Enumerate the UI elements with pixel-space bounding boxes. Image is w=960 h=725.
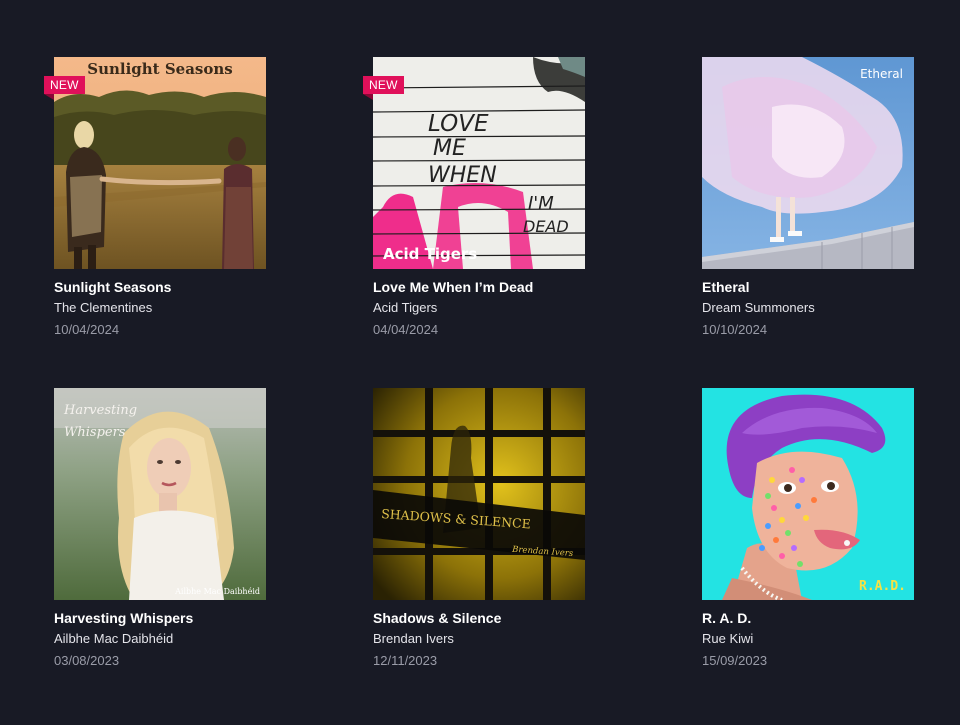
album-cover-love-me-when-im-dead[interactable]: LOVE ME WHEN I'M DEAD Acid Tigers NEW [363, 57, 585, 269]
cover-band-text: Acid Tigers [383, 245, 477, 263]
release-date: 15/09/2023 [702, 653, 768, 668]
album-card[interactable]: LOVE ME WHEN I'M DEAD Acid Tigers NEW Lo… [363, 57, 633, 338]
album-artist[interactable]: Dream Summoners [702, 299, 960, 316]
album-artist[interactable]: The Clementines [54, 299, 314, 316]
album-title[interactable]: R. A. D. [702, 609, 960, 627]
album-cover-sunlight-seasons[interactable]: Sunlight Seasons NEW [44, 57, 266, 269]
album-card[interactable]: Sunlight Seasons NEW Sunlight Seasons Th… [44, 57, 314, 338]
album-card[interactable]: SHADOWS & SILENCE Brendan Ivers Shadows … [373, 388, 633, 669]
album-art: SHADOWS & SILENCE Brendan Ivers [373, 388, 585, 600]
new-badge: NEW [44, 76, 85, 100]
cover-lyric-text: I'M [528, 193, 554, 214]
cover-title-text: Whispers [64, 425, 126, 440]
album-title[interactable]: Sunlight Seasons [54, 278, 314, 296]
album-title[interactable]: Shadows & Silence [373, 609, 633, 627]
release-date: 03/08/2023 [54, 653, 120, 668]
cover-title-text: R.A.D. [859, 579, 906, 594]
album-card[interactable]: Harvesting Whispers Ailbhe Mac Daibhéid … [54, 388, 314, 669]
cover-title-text: Etheral [860, 67, 903, 81]
new-badge: NEW [363, 76, 404, 100]
release-date: 10/10/2024 [702, 322, 768, 337]
cover-title-text: Sunlight Seasons [87, 60, 232, 78]
release-date: 10/04/2024 [54, 322, 120, 337]
album-artist[interactable]: Rue Kiwi [702, 630, 960, 647]
album-artist[interactable]: Ailbhe Mac Daibhéid [54, 630, 314, 647]
album-cover-shadows-and-silence[interactable]: SHADOWS & SILENCE Brendan Ivers [373, 388, 585, 600]
album-title[interactable]: Love Me When I’m Dead [373, 278, 633, 296]
album-cover-etheral[interactable]: Etheral [702, 57, 914, 269]
release-date: 04/04/2024 [373, 322, 439, 337]
album-artist[interactable]: Acid Tigers [373, 299, 633, 316]
cover-credit-text: Ailbhe Mac Daibhéid [174, 587, 260, 596]
cover-title-text: Harvesting [63, 403, 137, 418]
album-art: LOVE ME WHEN I'M DEAD Acid Tigers [373, 57, 585, 269]
album-artist[interactable]: Brendan Ivers [373, 630, 633, 647]
album-cover-rad[interactable]: R.A.D. [702, 388, 914, 600]
cover-lyric-text: LOVE [428, 111, 489, 137]
album-art: Etheral [702, 57, 914, 269]
album-cover-harvesting-whispers[interactable]: Harvesting Whispers Ailbhe Mac Daibhéid [54, 388, 266, 600]
cover-lyric-text: DEAD [523, 217, 569, 236]
album-title[interactable]: Harvesting Whispers [54, 609, 314, 627]
album-card[interactable]: Etheral Etheral Dream Summoners 10/10/20… [702, 57, 960, 338]
album-art: Sunlight Seasons [54, 57, 266, 269]
album-art: R.A.D. [702, 388, 914, 600]
release-date: 12/11/2023 [373, 653, 438, 668]
album-card[interactable]: R.A.D. R. A. D. Rue Kiwi 15/09/2023 [702, 388, 960, 669]
cover-lyric-text: ME [433, 136, 466, 161]
album-art: Harvesting Whispers Ailbhe Mac Daibhéid [54, 388, 266, 600]
album-title[interactable]: Etheral [702, 278, 960, 296]
cover-lyric-text: WHEN [428, 163, 497, 188]
